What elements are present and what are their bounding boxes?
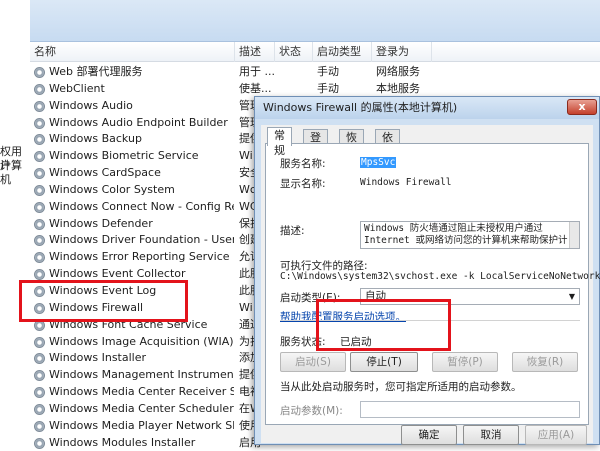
service-name: Windows Image Acquisition (WIA)	[49, 334, 234, 348]
gear-icon	[34, 83, 45, 95]
service-name: Windows Media Center Receiver Serv...	[49, 385, 234, 399]
service-name: Windows Driver Foundation - User-m...	[49, 233, 234, 247]
gear-icon	[34, 403, 45, 415]
service-name: Windows Management Instrumentation	[49, 368, 234, 382]
gear-icon	[34, 269, 45, 281]
gear-icon	[34, 437, 45, 449]
properties-dialog: Windows Firewall 的属性(本地计算机) x 常规 登录 恢复 依…	[254, 96, 600, 445]
column-description[interactable]: 描述	[235, 42, 275, 62]
service-startup-type: 手动	[317, 65, 339, 78]
service-name: Web 部署代理服务	[49, 65, 143, 78]
gear-icon	[34, 218, 45, 230]
service-name: WebClient	[49, 81, 105, 95]
service-name: Windows Color System	[49, 182, 175, 196]
description-label: 描述:	[280, 225, 305, 237]
display-name-label: 显示名称:	[280, 178, 326, 190]
column-status[interactable]: 状态	[275, 42, 313, 62]
service-name: Windows Error Reporting Service	[49, 250, 230, 264]
column-name[interactable]: 名称	[30, 42, 235, 62]
service-name: Windows Audio	[49, 98, 133, 112]
display-name-value[interactable]: Windows Firewall	[360, 177, 452, 188]
start-button[interactable]: 启动(S)	[280, 352, 346, 372]
highlight-box-firewall	[19, 280, 188, 322]
service-name: Windows Audio Endpoint Builder	[49, 115, 228, 129]
cancel-button[interactable]: 取消	[463, 425, 519, 445]
service-name: Windows Installer	[49, 351, 147, 365]
path-value: C:\Windows\system32\svchost.exe -k Local…	[280, 271, 600, 282]
gear-icon	[34, 201, 45, 213]
start-params-input[interactable]	[360, 401, 580, 418]
service-description: 用于 ...	[239, 65, 275, 78]
dialog-title: Windows Firewall 的属性(本地计算机)	[255, 97, 599, 119]
tab-general[interactable]: 常规	[267, 127, 292, 157]
gear-icon	[34, 184, 45, 196]
gear-icon	[34, 168, 45, 180]
gear-icon	[34, 100, 45, 112]
service-name-label: 服务名称:	[280, 158, 326, 170]
start-params-hint: 当从此处启动服务时，您可指定所适用的启动参数。	[280, 381, 522, 393]
toolbar-band	[0, 0, 600, 42]
service-name-value[interactable]: MpsSvc	[360, 157, 397, 168]
left-tree-pane: 权用户 计算机	[0, 0, 30, 445]
gear-icon	[34, 252, 45, 264]
description-box[interactable]: Windows 防火墙通过阻止未授权用户通过 Internet 或网络访问您的计…	[360, 221, 580, 249]
ok-button[interactable]: 确定	[401, 425, 457, 445]
gear-icon	[34, 336, 45, 348]
column-header: 名称 描述 状态 启动类型 登录为	[30, 42, 600, 62]
dialog-body: 常规 登录 恢复 依存关系 服务名称: MpsSvc 显示名称: Windows…	[261, 125, 600, 445]
service-name: Windows Media Center Scheduler Serv...	[49, 401, 234, 415]
service-name: Windows Media Player Network Shari...	[49, 418, 234, 432]
gear-icon	[34, 151, 45, 163]
description-scrollbar[interactable]	[569, 222, 579, 248]
service-row[interactable]: Web 部署代理服务 用于 ... 手动 网络服务	[30, 64, 600, 81]
pause-button[interactable]: 暂停(P)	[432, 352, 498, 372]
gear-icon	[34, 420, 45, 432]
gear-icon	[34, 67, 45, 78]
service-name: Windows Biometric Service	[49, 149, 199, 163]
resume-button[interactable]: 恢复(R)	[512, 352, 578, 372]
close-icon[interactable]: x	[567, 99, 597, 115]
apply-button[interactable]: 应用(A)	[525, 425, 587, 445]
column-logon-as[interactable]: 登录为	[372, 42, 432, 62]
chevron-down-icon: ▼	[568, 292, 575, 301]
gear-icon	[34, 353, 45, 365]
service-name: Windows Defender	[49, 216, 153, 230]
gear-icon	[34, 370, 45, 382]
highlight-box-stop	[316, 299, 451, 351]
gear-icon	[34, 387, 45, 399]
service-logon-as: 网络服务	[376, 65, 420, 78]
start-params-label: 启动参数(M):	[280, 405, 343, 417]
stop-button[interactable]: 停止(T)	[350, 352, 418, 372]
gear-icon	[34, 235, 45, 247]
column-startup-type[interactable]: 启动类型	[313, 42, 372, 62]
general-panel: 服务名称: MpsSvc 显示名称: Windows Firewall 描述: …	[265, 143, 600, 425]
gear-icon	[34, 134, 45, 146]
gear-icon	[34, 117, 45, 129]
service-name-selected: MpsSvc	[360, 157, 397, 168]
service-name: Windows Backup	[49, 132, 142, 146]
service-name: Windows Connect Now - Config Regi...	[49, 199, 234, 213]
service-name: Windows CardSpace	[49, 166, 161, 180]
description-text: Windows 防火墙通过阻止未授权用户通过 Internet 或网络访问您的计…	[364, 223, 568, 246]
service-name: Windows Modules Installer	[49, 435, 196, 449]
left-pane-text-2: 计算机	[0, 159, 22, 186]
